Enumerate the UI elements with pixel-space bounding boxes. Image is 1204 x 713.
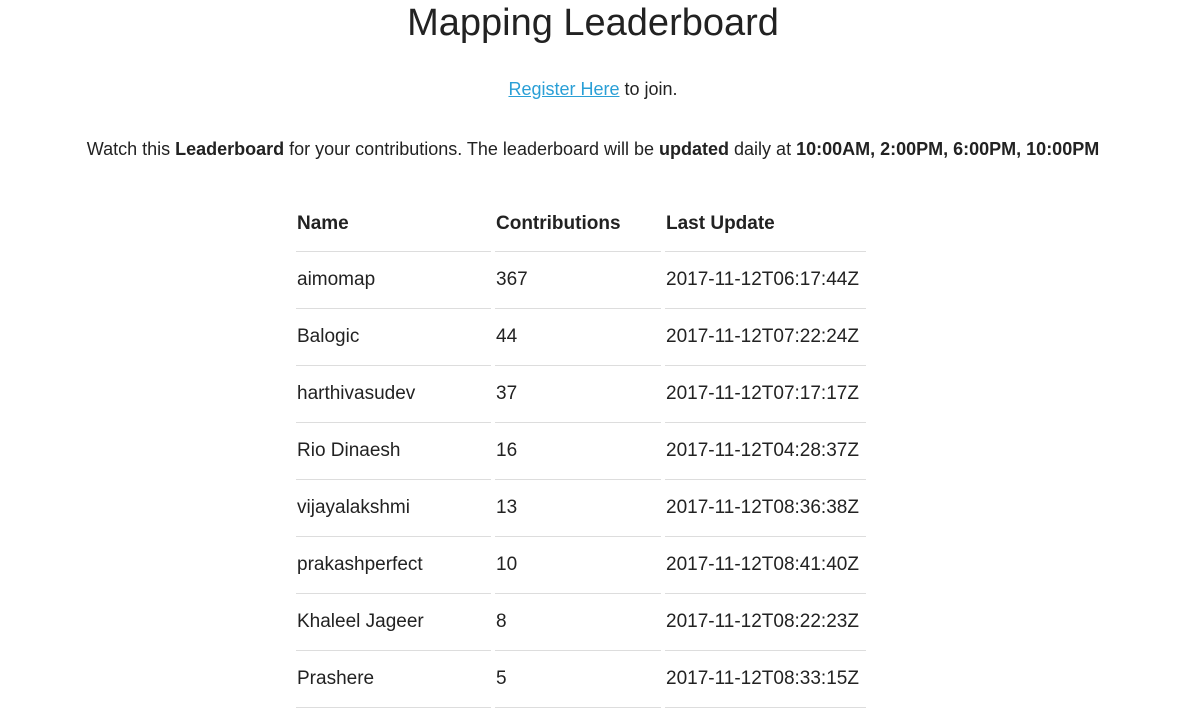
info-bold-leaderboard: Leaderboard [175, 139, 285, 159]
table-row: vijayalakshmi 13 2017-11-12T08:36:38Z [296, 480, 866, 537]
table-row: Rio Dinaesh 16 2017-11-12T04:28:37Z [296, 423, 866, 480]
register-link[interactable]: Register Here [508, 79, 619, 99]
register-suffix: to join. [619, 79, 678, 99]
cell-last-update: 2017-11-12T06:17:44Z [665, 252, 866, 309]
cell-contributions: 367 [495, 252, 661, 309]
cell-name: harthivasudev [296, 366, 491, 423]
cell-name: Balogic [296, 309, 491, 366]
cell-last-update: 2017-11-12T07:22:24Z [665, 309, 866, 366]
cell-last-update: 2017-11-12T08:36:38Z [665, 480, 866, 537]
cell-contributions: 8 [495, 594, 661, 651]
cell-last-update: 2017-11-12T08:41:40Z [665, 537, 866, 594]
info-text-2: for your contributions. The leaderboard … [284, 139, 660, 159]
table-row: Prashere 5 2017-11-12T08:33:15Z [296, 651, 866, 708]
info-bold-updated: updated [659, 139, 730, 159]
schedule-info: Watch this Leaderboard for your contribu… [0, 137, 1186, 161]
cell-name: prakashperfect [296, 537, 491, 594]
info-bold-times: 10:00AM, 2:00PM, 6:00PM, 10:00PM [796, 139, 1100, 159]
cell-last-update: 2017-11-12T08:33:15Z [665, 651, 866, 708]
table-row: harthivasudev 37 2017-11-12T07:17:17Z [296, 366, 866, 423]
cell-name: vijayalakshmi [296, 480, 491, 537]
cell-contributions: 44 [495, 309, 661, 366]
register-line: Register Here to join. [0, 77, 1186, 101]
cell-contributions: 10 [495, 537, 661, 594]
table-row: aimomap 367 2017-11-12T06:17:44Z [296, 252, 866, 309]
cell-contributions: 5 [495, 651, 661, 708]
header-name: Name [296, 196, 491, 252]
cell-contributions: 37 [495, 366, 661, 423]
info-text-1: Watch this [86, 139, 176, 159]
table-row: Khaleel Jageer 8 2017-11-12T08:22:23Z [296, 594, 866, 651]
leaderboard-table: Name Contributions Last Update aimomap 3… [292, 196, 870, 708]
cell-last-update: 2017-11-12T08:22:23Z [665, 594, 866, 651]
cell-name: Khaleel Jageer [296, 594, 491, 651]
cell-last-update: 2017-11-12T07:17:17Z [665, 366, 866, 423]
cell-contributions: 16 [495, 423, 661, 480]
table-header-row: Name Contributions Last Update [296, 196, 866, 252]
leaderboard-page: Mapping Leaderboard Register Here to joi… [0, 0, 1204, 713]
page-title: Mapping Leaderboard [407, 2, 779, 44]
header-contributions: Contributions [495, 196, 661, 252]
cell-name: Prashere [296, 651, 491, 708]
table-row: Balogic 44 2017-11-12T07:22:24Z [296, 309, 866, 366]
header-last-update: Last Update [665, 196, 866, 252]
cell-name: aimomap [296, 252, 491, 309]
cell-last-update: 2017-11-12T04:28:37Z [665, 423, 866, 480]
cell-name: Rio Dinaesh [296, 423, 491, 480]
cell-contributions: 13 [495, 480, 661, 537]
table-row: prakashperfect 10 2017-11-12T08:41:40Z [296, 537, 866, 594]
info-text-3: daily at [729, 139, 797, 159]
